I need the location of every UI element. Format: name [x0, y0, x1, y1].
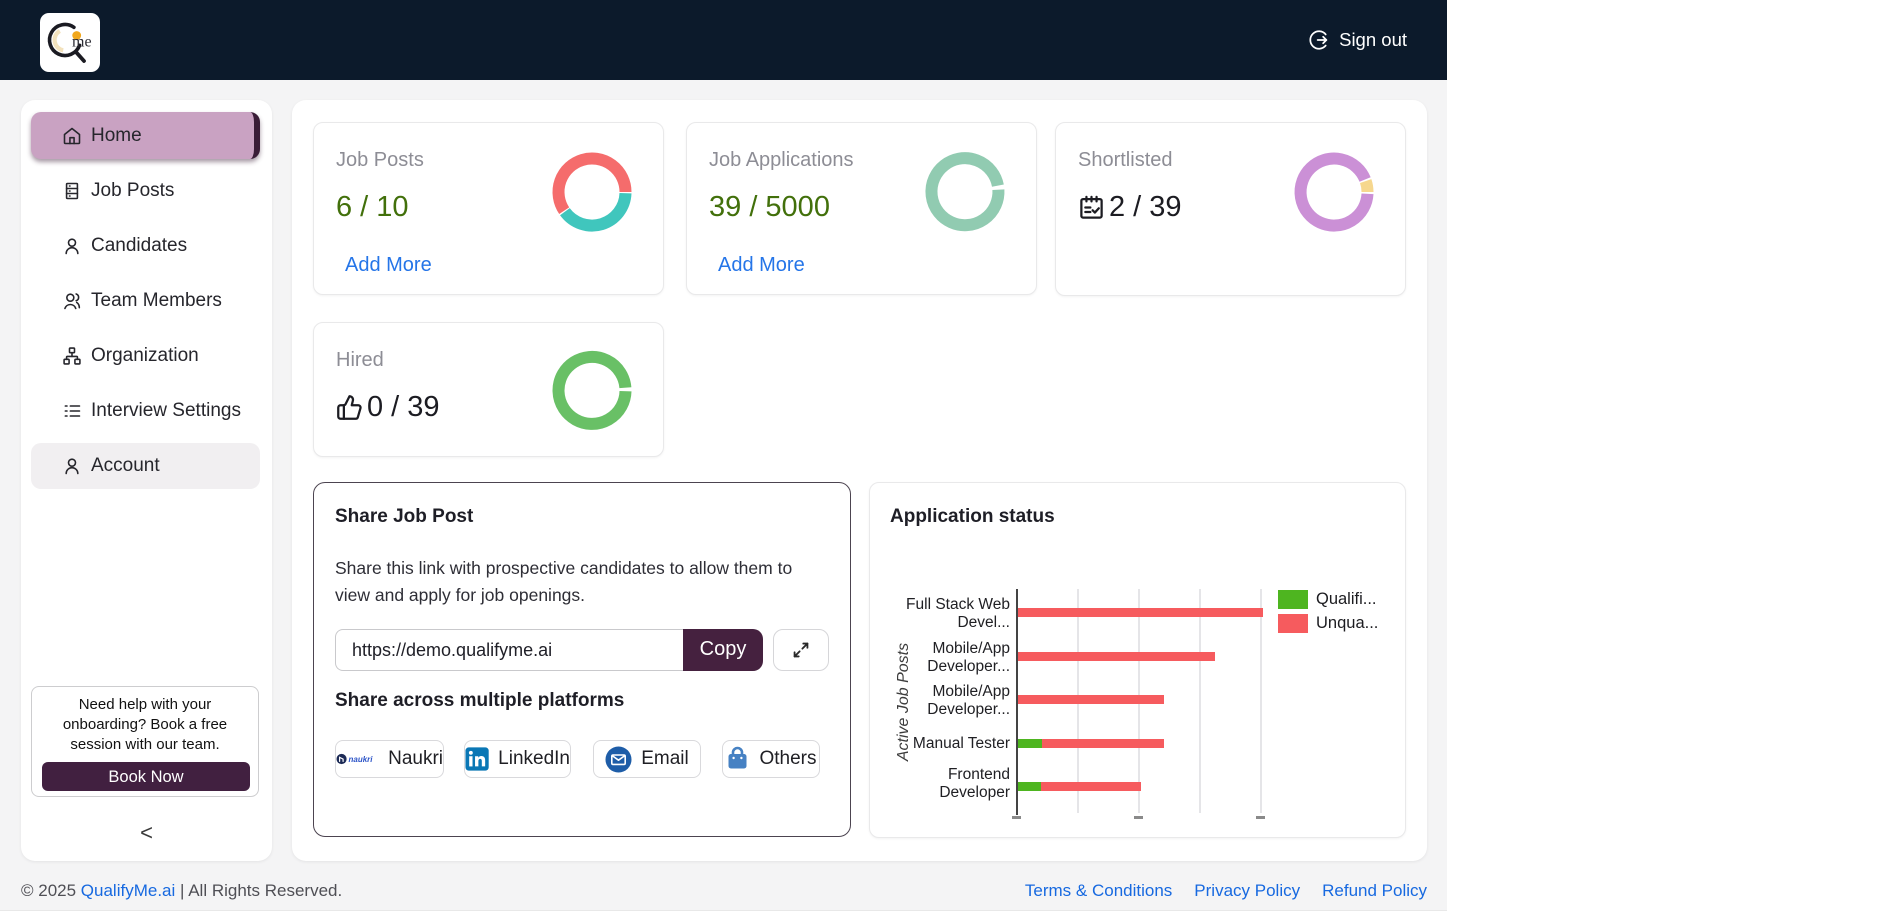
svg-text:naukri: naukri [349, 755, 374, 764]
svg-text:me: me [72, 34, 92, 51]
